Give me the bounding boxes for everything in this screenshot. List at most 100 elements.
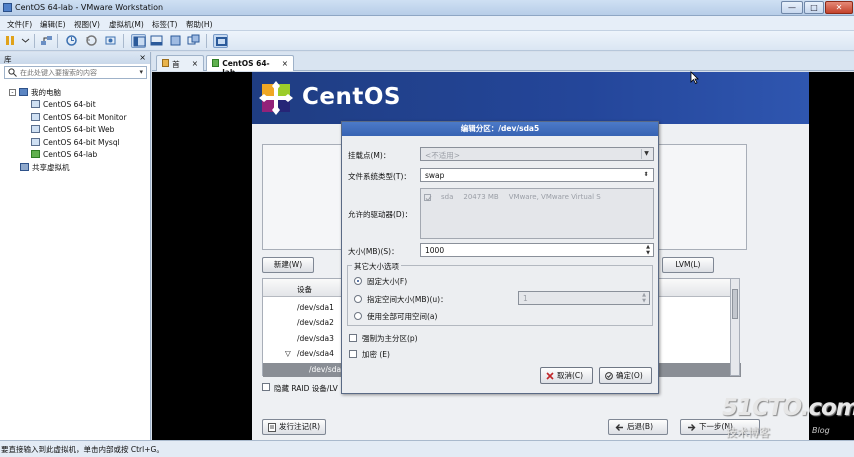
console-view-button[interactable] (213, 34, 228, 48)
menu-vm[interactable]: 虚拟机(M) (109, 19, 144, 30)
mount-point-combo[interactable]: <不适用> ▼ (420, 147, 654, 161)
unity-button[interactable] (186, 34, 201, 48)
list-item[interactable]: sda 20473 MB VMware, VMware Virtual S (424, 193, 601, 201)
toolbar-separator (206, 34, 207, 48)
drive-visual-left (262, 144, 342, 250)
tree-expander-icon[interactable]: ▽ (285, 349, 291, 358)
tree-item-vm-active[interactable]: CentOS 64-lab (31, 148, 97, 160)
snapshot-manager-button[interactable] (103, 34, 118, 48)
unity-icon (187, 34, 200, 45)
device-table-scrollbar[interactable] (730, 278, 740, 376)
cancel-x-icon (546, 371, 554, 380)
size-options-group: 其它大小选项 固定大小(F) 指定空间大小(MB)(u)： 1 ▲ ▼ 使用全部可… (347, 261, 653, 326)
tree-item-shared[interactable]: 共享虚拟机 (20, 161, 70, 173)
menu-file[interactable]: 文件(F) (7, 19, 32, 30)
library-title: 库 (4, 55, 12, 64)
force-primary-checkbox[interactable] (349, 334, 357, 342)
tree-item-vm[interactable]: CentOS 64-bit Monitor (31, 111, 127, 123)
release-notes-label: 发行注记(R) (279, 422, 321, 431)
watermark-site: 51CTO.com (722, 395, 854, 421)
library-search[interactable]: ▾ (4, 66, 147, 79)
back-button[interactable]: 后退(B) (608, 419, 668, 435)
full-screen-button[interactable] (168, 34, 183, 48)
size-options-legend: 其它大小选项 (352, 261, 401, 272)
centos-logo-icon (259, 81, 293, 115)
fs-type-label: 文件系统类型(T)： (348, 172, 411, 181)
library-close-button[interactable]: × (139, 53, 146, 62)
collapse-icon[interactable]: - (9, 88, 16, 96)
tab-home[interactable]: 首页 × (156, 55, 204, 80)
size-value: 1000 (425, 246, 445, 255)
fill-max-label: 使用全部可用空间(a) (367, 312, 438, 321)
tree-item-vm[interactable]: CentOS 64-bit (31, 98, 96, 110)
fill-to-size-value: 1 (523, 294, 528, 303)
arrow-right-icon (688, 423, 696, 431)
cancel-label: 取消(C) (557, 371, 584, 380)
tree-item-my-computer[interactable]: - 我的电脑 (9, 86, 61, 98)
fs-type-select[interactable]: swap ⬍ (420, 168, 654, 182)
dialog-title: 编辑分区：/dev/sda5 (342, 122, 658, 136)
fill-to-size-label: 指定空间大小(MB)(u)： (367, 295, 448, 304)
fs-type-value: swap (425, 171, 445, 180)
watermark: 51CTO.com 技术博客 Blog (722, 395, 854, 441)
chevron-down-icon (21, 38, 30, 43)
spinner-arrows-icon[interactable]: ▲ ▼ (644, 244, 652, 256)
new-partition-button[interactable]: 新建(W) (262, 257, 314, 273)
ok-button[interactable]: 确定(O) (599, 367, 652, 384)
network-button[interactable] (39, 34, 54, 48)
encrypt-checkbox[interactable] (349, 350, 357, 358)
snapshot-manager-icon (105, 36, 116, 45)
fill-to-size-radio[interactable] (354, 295, 362, 303)
size-spinner[interactable]: 1000 ▲ ▼ (420, 243, 654, 257)
mount-point-label: 挂载点(M)： (348, 151, 391, 160)
tree-item-label: 共享虚拟机 (32, 162, 70, 172)
toolbar (0, 31, 854, 51)
spinner-arrows-icon: ▲ ▼ (642, 292, 646, 304)
allowed-drives-label: 允许的驱动器(D)： (348, 210, 413, 219)
snapshot-button[interactable] (64, 34, 79, 48)
tree-item-vm[interactable]: CentOS 64-bit Web (31, 123, 114, 135)
thumbnail-bar-button[interactable] (149, 34, 164, 48)
hide-raid-checkbox[interactable] (262, 383, 270, 391)
toolbar-separator (34, 34, 35, 48)
menu-help[interactable]: 帮助(H) (186, 19, 213, 30)
show-library-button[interactable] (131, 34, 146, 48)
revert-snapshot-button[interactable] (84, 34, 99, 48)
allowed-drives-list[interactable]: sda 20473 MB VMware, VMware Virtual S (420, 188, 654, 239)
lvm-button[interactable]: LVM(L) (662, 257, 714, 273)
menu-view[interactable]: 视图(V) (74, 19, 100, 30)
fill-to-size-spinner[interactable]: 1 ▲ ▼ (518, 291, 650, 305)
menu-tabs[interactable]: 标签(T) (152, 19, 177, 30)
drive-model: VMware, VMware Virtual S (508, 193, 601, 201)
power-dropdown-button[interactable] (18, 34, 33, 48)
search-dropdown-icon[interactable]: ▾ (139, 68, 143, 76)
document-icon (268, 422, 276, 432)
search-input[interactable] (20, 68, 130, 78)
drive-visual-right (657, 144, 747, 250)
tree-item-vm[interactable]: CentOS 64-bit Mysql (31, 136, 120, 148)
status-message: 要直接输入到此虚拟机，单击内部或按 Ctrl+G。 (1, 445, 164, 454)
minimize-button[interactable]: — (781, 1, 803, 14)
fixed-size-radio[interactable] (354, 277, 362, 285)
drive-checkbox-checked-icon[interactable] (424, 193, 432, 201)
release-notes-button[interactable]: 发行注记(R) (262, 419, 326, 435)
back-label: 后退(B) (627, 422, 653, 431)
tab-close-button[interactable]: × (192, 59, 198, 68)
menu-bar: 文件(F) 编辑(E) 视图(V) 虚拟机(M) 标签(T) 帮助(H) (0, 16, 854, 31)
maximize-button[interactable]: □ (804, 1, 824, 14)
cancel-button[interactable]: 取消(C) (540, 367, 593, 384)
status-bar: 要直接输入到此虚拟机，单击内部或按 Ctrl+G。 (0, 440, 854, 457)
thumbnail-icon (150, 35, 163, 46)
pause-button[interactable] (3, 34, 18, 48)
watermark-subtitle: 技术博客 (726, 426, 770, 439)
vm-running-icon (31, 150, 40, 158)
tab-centos-lab[interactable]: CentOS 64-lab × (206, 55, 294, 77)
close-button[interactable]: ✕ (825, 1, 853, 14)
menu-edit[interactable]: 编辑(E) (40, 19, 66, 30)
vm-icon (31, 138, 40, 146)
tab-close-button[interactable]: × (282, 59, 288, 68)
fill-max-radio[interactable] (354, 312, 362, 320)
scrollbar-thumb[interactable] (732, 289, 738, 319)
drive-name: sda (441, 193, 454, 201)
mount-point-value: <不适用> (425, 151, 461, 160)
